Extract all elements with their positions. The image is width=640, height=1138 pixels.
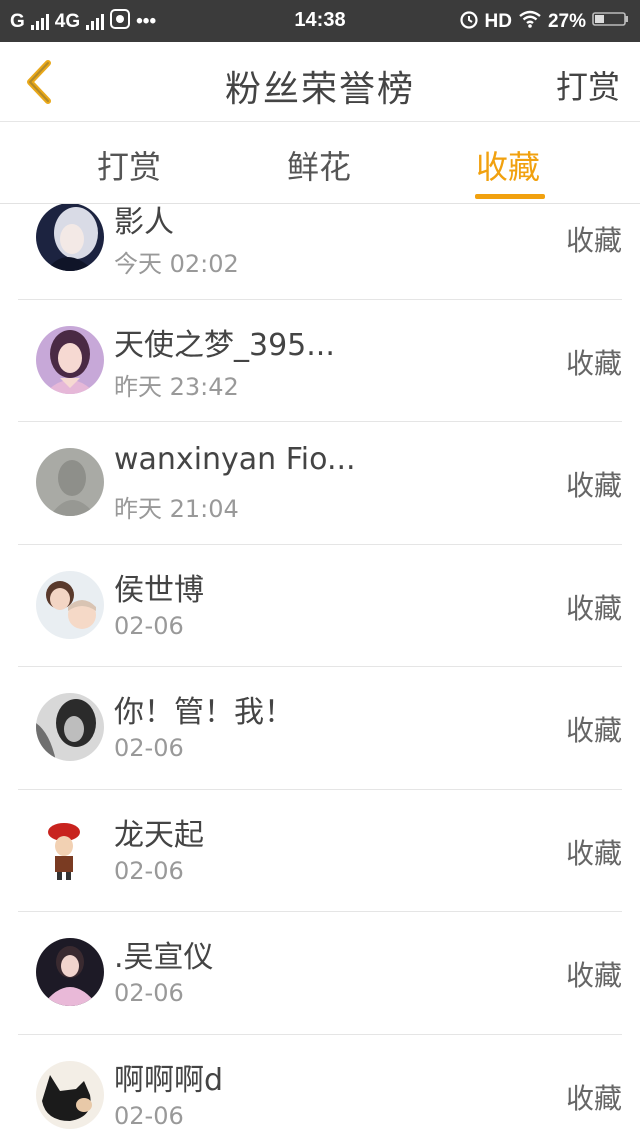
action-label: 收藏 — [565, 224, 622, 257]
user-name: 啊啊啊d — [114, 1062, 224, 1098]
fan-list[interactable]: 影人 今天 02:02 收藏 天使之梦_395... 昨天 23:42 收藏 w… — [0, 204, 640, 1138]
avatar — [36, 325, 104, 394]
timestamp: 02-06 — [114, 611, 184, 640]
action-label: 收藏 — [565, 714, 622, 747]
action-label: 收藏 — [565, 836, 622, 870]
action-label: 收藏 — [565, 346, 622, 380]
action-label: 收藏 — [565, 1081, 622, 1115]
user-name: 侯世博 — [114, 572, 204, 608]
battery-label: 27% — [547, 11, 586, 32]
list-item[interactable]: 啊啊啊d 02-06 收藏 — [18, 1035, 622, 1138]
tab-reward[interactable]: 打赏 — [97, 142, 161, 188]
avatar — [36, 815, 104, 884]
action-label: 收藏 — [565, 591, 622, 625]
active-tab-indicator — [475, 194, 545, 199]
reward-button[interactable]: 打赏 — [556, 62, 620, 108]
status-bar: G 4G ••• 14:38 HD 27% — [0, 0, 640, 42]
timestamp: 02-06 — [114, 734, 184, 762]
avatar — [36, 693, 104, 761]
list-item[interactable]: wanxinyan Fio... 昨天 21:04 收藏 — [18, 422, 622, 545]
user-name: 你！管！我！ — [114, 695, 294, 730]
timestamp: 昨天 23:42 — [114, 372, 239, 401]
timestamp: 今天 02:02 — [114, 250, 239, 278]
avatar — [36, 938, 104, 1006]
list-item[interactable]: 你！管！我！ 02-06 收藏 — [18, 667, 622, 790]
user-name: 龙天起 — [114, 817, 204, 853]
list-item[interactable]: 龙天起 02-06 收藏 — [18, 790, 622, 912]
list-item[interactable]: 影人 今天 02:02 收藏 — [18, 204, 622, 300]
avatar — [36, 204, 104, 271]
status-right: HD 27% — [459, 9, 630, 35]
battery-icon — [592, 10, 630, 34]
list-item[interactable]: 天使之梦_395... 昨天 23:42 收藏 — [18, 300, 622, 422]
action-label: 收藏 — [565, 959, 622, 992]
tab-bar: 打赏 鲜花 收藏 — [0, 122, 640, 204]
alarm-icon — [459, 9, 479, 35]
wifi-icon — [518, 9, 542, 35]
list-item[interactable]: 侯世博 02-06 收藏 — [18, 545, 622, 667]
timestamp: 02-06 — [114, 1101, 184, 1130]
page-title: 粉丝荣誉榜 — [224, 69, 415, 110]
avatar — [36, 1060, 104, 1129]
user-name: wanxinyan Fio... — [114, 442, 356, 477]
timestamp: 02-06 — [114, 979, 184, 1007]
user-name: .吴宣仪 — [114, 940, 214, 975]
header-bar: 粉丝荣誉榜 打赏 — [0, 42, 640, 122]
avatar — [36, 448, 104, 516]
tab-favorites[interactable]: 收藏 — [476, 142, 540, 188]
tab-flowers[interactable]: 鲜花 — [287, 142, 351, 188]
timestamp: 昨天 21:04 — [114, 495, 239, 523]
avatar — [36, 570, 104, 639]
user-name: 影人 — [114, 205, 174, 240]
timestamp: 02-06 — [114, 856, 184, 885]
action-label: 收藏 — [565, 469, 622, 502]
hd-label: HD — [484, 11, 512, 32]
user-name: 天使之梦_395... — [114, 327, 335, 363]
list-item[interactable]: .吴宣仪 02-06 收藏 — [18, 912, 622, 1035]
